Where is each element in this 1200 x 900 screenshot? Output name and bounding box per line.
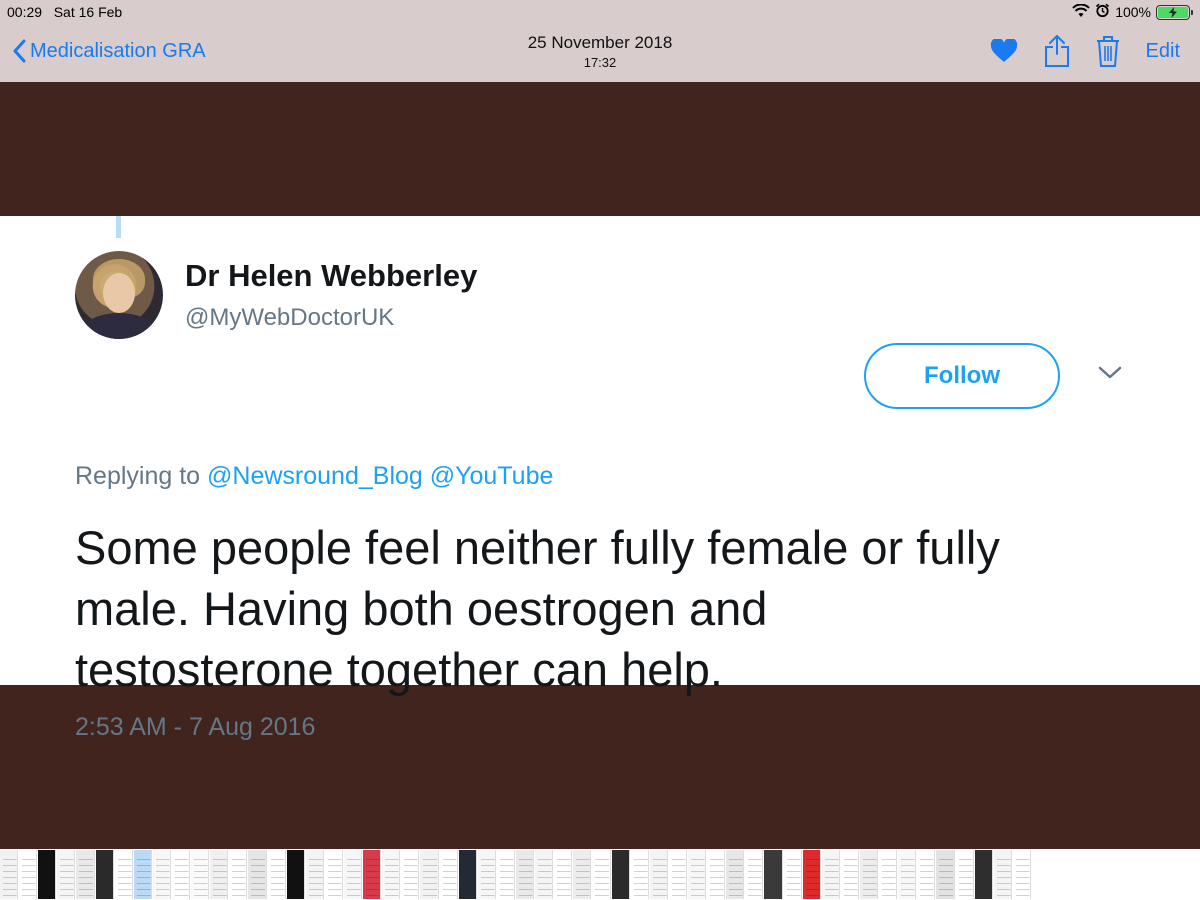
reply-mention: @YouTube bbox=[429, 462, 554, 490]
thumbnail[interactable] bbox=[267, 850, 286, 899]
thumbnail[interactable] bbox=[592, 850, 611, 899]
thumbnail[interactable] bbox=[0, 850, 19, 899]
thumbnail[interactable] bbox=[191, 850, 210, 899]
battery-percent: 100% bbox=[1115, 4, 1151, 20]
thumbnail[interactable] bbox=[630, 850, 649, 899]
thumbnail[interactable] bbox=[726, 850, 745, 899]
thumbnail[interactable] bbox=[401, 850, 420, 899]
thumbnail[interactable] bbox=[860, 850, 879, 899]
thumbnail[interactable] bbox=[38, 850, 57, 899]
trash-icon[interactable] bbox=[1096, 35, 1120, 67]
status-time: 00:29 Sat 16 Feb bbox=[7, 4, 123, 20]
thumbnail[interactable] bbox=[133, 850, 152, 899]
thumbnail[interactable] bbox=[286, 850, 305, 899]
thumbnail[interactable] bbox=[305, 850, 324, 899]
thumbnail[interactable] bbox=[439, 850, 458, 899]
thumbnail[interactable] bbox=[802, 850, 821, 899]
thumbnail[interactable] bbox=[1012, 850, 1031, 899]
thumbnail[interactable] bbox=[898, 850, 917, 899]
battery-icon bbox=[1156, 4, 1193, 20]
edit-button[interactable]: Edit bbox=[1146, 40, 1180, 63]
thumbnail[interactable] bbox=[955, 850, 974, 899]
thumbnail[interactable] bbox=[879, 850, 898, 899]
thread-line bbox=[116, 216, 121, 238]
thumbnail[interactable] bbox=[745, 850, 764, 899]
follow-button: Follow bbox=[864, 343, 1060, 409]
thumbnail[interactable] bbox=[516, 850, 535, 899]
status-date: Sat 16 Feb bbox=[53, 4, 123, 20]
author-name: Dr Helen Webberley bbox=[185, 258, 478, 293]
thumbnail[interactable] bbox=[783, 850, 802, 899]
thumbnail[interactable] bbox=[496, 850, 515, 899]
thumbnail-strip[interactable] bbox=[0, 849, 1200, 900]
thumbnail[interactable] bbox=[229, 850, 248, 899]
thumbnail[interactable] bbox=[324, 850, 343, 899]
share-icon[interactable] bbox=[1044, 34, 1070, 68]
status-right: 100% bbox=[1072, 3, 1193, 21]
tweet-text-line: male. Having both oestrogen and bbox=[75, 582, 768, 635]
thumbnail[interactable] bbox=[76, 850, 95, 899]
tweet-timestamp: 2:53 AM - 7 Aug 2016 bbox=[75, 713, 316, 741]
thumbnail[interactable] bbox=[840, 850, 859, 899]
thumbnail[interactable] bbox=[821, 850, 840, 899]
thumbnail[interactable] bbox=[554, 850, 573, 899]
thumbnail[interactable] bbox=[688, 850, 707, 899]
tweet-screenshot: Dr Helen Webberley @MyWebDoctorUK Follow… bbox=[0, 216, 1200, 741]
thumbnail[interactable] bbox=[993, 850, 1012, 899]
wifi-icon bbox=[1072, 3, 1090, 21]
replying-prefix: Replying to bbox=[75, 462, 201, 490]
thumbnail[interactable] bbox=[172, 850, 191, 899]
tweet-text-line: Some people feel neither fully female or… bbox=[75, 521, 1000, 574]
photo-viewer[interactable]: Dr Helen Webberley @MyWebDoctorUK Follow… bbox=[0, 82, 1200, 849]
thumbnail[interactable] bbox=[936, 850, 955, 899]
tweet-text-line: testosterone together can help. bbox=[75, 643, 723, 696]
thumbnail[interactable] bbox=[917, 850, 936, 899]
thumbnail[interactable] bbox=[114, 850, 133, 899]
author-handle: @MyWebDoctorUK bbox=[185, 304, 395, 331]
thumbnail[interactable] bbox=[573, 850, 592, 899]
avatar bbox=[75, 251, 163, 339]
status-bar: 00:29 Sat 16 Feb 100% bbox=[0, 0, 1200, 24]
nav-actions: Edit bbox=[964, 34, 1180, 68]
nav-bar: Medicalisation GRA 25 November 2018 17:3… bbox=[0, 24, 1200, 82]
tweet-text: Some people feel neither fully female or… bbox=[75, 517, 1155, 700]
thumbnail[interactable] bbox=[611, 850, 630, 899]
thumbnail[interactable] bbox=[420, 850, 439, 899]
reply-mention: @Newsround_Blog bbox=[207, 462, 423, 490]
thumbnail[interactable] bbox=[19, 850, 38, 899]
alarm-icon bbox=[1095, 3, 1110, 21]
chevron-down-icon bbox=[1098, 366, 1122, 385]
thumbnail[interactable] bbox=[974, 850, 993, 899]
thumbnail[interactable] bbox=[95, 850, 114, 899]
thumbnail[interactable] bbox=[152, 850, 171, 899]
thumbnail[interactable] bbox=[477, 850, 496, 899]
thumbnail[interactable] bbox=[707, 850, 726, 899]
thumbnail[interactable] bbox=[382, 850, 401, 899]
replying-to: Replying to @Newsround_Blog @YouTube bbox=[75, 462, 553, 491]
thumbnail[interactable] bbox=[344, 850, 363, 899]
thumbnail[interactable] bbox=[535, 850, 554, 899]
favorite-heart-icon[interactable] bbox=[990, 39, 1018, 63]
thumbnail[interactable] bbox=[248, 850, 267, 899]
thumbnail[interactable] bbox=[57, 850, 76, 899]
thumbnail[interactable] bbox=[649, 850, 668, 899]
thumbnail[interactable] bbox=[363, 850, 382, 899]
thumbnail[interactable] bbox=[764, 850, 783, 899]
thumbnail[interactable] bbox=[458, 850, 477, 899]
thumbnail[interactable] bbox=[210, 850, 229, 899]
thumbnail[interactable] bbox=[668, 850, 687, 899]
